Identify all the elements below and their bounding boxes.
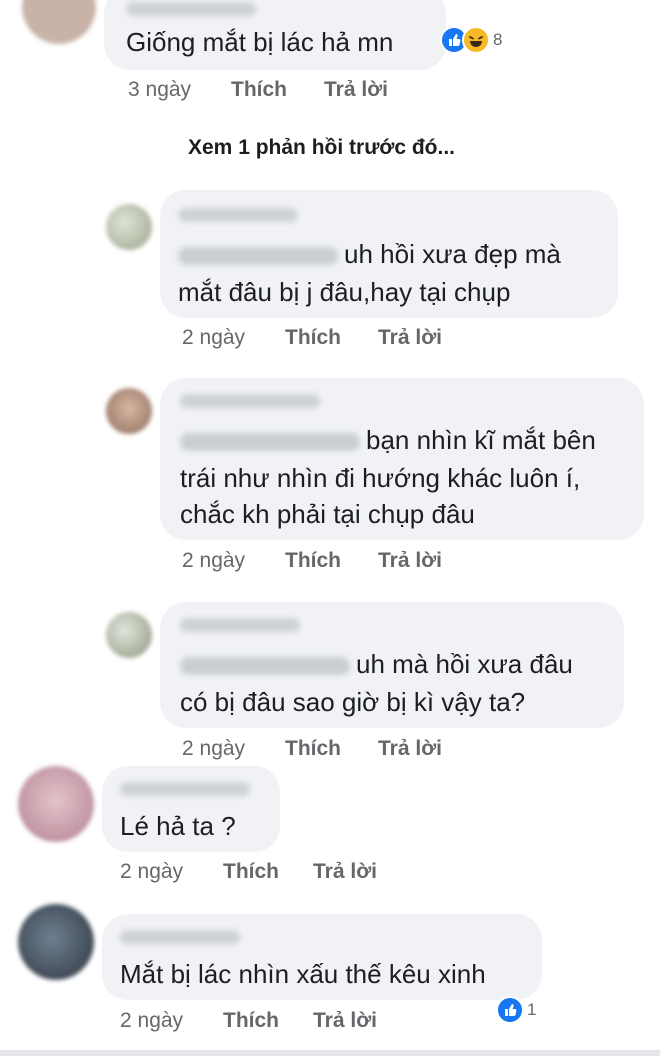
avatar[interactable] bbox=[18, 904, 94, 980]
reaction-count: 8 bbox=[493, 30, 503, 49]
author-name-blurred[interactable] bbox=[120, 782, 250, 796]
comment-time[interactable]: 2 ngày bbox=[182, 549, 245, 573]
tagged-name-blurred[interactable] bbox=[178, 247, 338, 266]
comment-bubble: Mắt bị lác nhìn xấu thế kêu xinh bbox=[102, 914, 542, 1000]
comment-text-line: có bị đâu sao giờ bị kì vậy ta? bbox=[180, 687, 526, 717]
reply-button[interactable]: Trả lời bbox=[313, 860, 377, 884]
reaction-count: 1 bbox=[527, 1000, 537, 1019]
comment-time[interactable]: 2 ngày bbox=[182, 737, 245, 761]
like-button[interactable]: Thích bbox=[223, 860, 279, 884]
reply-button[interactable]: Trả lời bbox=[378, 326, 442, 350]
author-name-blurred[interactable] bbox=[120, 930, 240, 944]
reply-button[interactable]: Trả lời bbox=[313, 1009, 377, 1033]
comment-text: Giống mắt bị lác hả mn bbox=[126, 27, 394, 57]
reply-button[interactable]: Trả lời bbox=[378, 549, 442, 573]
comment-text-line: mắt đâu bị j đâu,hay tại chụp bbox=[178, 277, 511, 307]
comment-text-line: chắc kh phải tại chụp đâu bbox=[180, 499, 475, 529]
comment-time[interactable]: 2 ngày bbox=[120, 1009, 183, 1033]
comment-bubble: bạn nhìn kĩ mắt bên trái như nhìn đi hướ… bbox=[160, 378, 644, 540]
reaction-summary[interactable]: 8 bbox=[440, 26, 502, 54]
comment-text-line: bạn nhìn kĩ mắt bên bbox=[180, 422, 596, 459]
comment-bubble: Giống mắt bị lác hả mn bbox=[104, 0, 446, 70]
avatar[interactable] bbox=[106, 388, 152, 434]
comment-time[interactable]: 2 ngày bbox=[182, 326, 245, 350]
author-name-blurred[interactable] bbox=[178, 208, 298, 222]
author-name-blurred[interactable] bbox=[180, 618, 300, 632]
reply-button[interactable]: Trả lời bbox=[378, 737, 442, 761]
author-name-blurred[interactable] bbox=[126, 2, 256, 16]
comment-text: Mắt bị lác nhìn xấu thế kêu xinh bbox=[120, 959, 486, 989]
avatar[interactable] bbox=[18, 766, 94, 842]
comment-text-line: uh hồi xưa đẹp mà bbox=[178, 236, 561, 273]
view-previous-replies-link[interactable]: Xem 1 phản hồi trước đó... bbox=[188, 136, 455, 160]
like-button[interactable]: Thích bbox=[223, 1009, 279, 1033]
comment-text: uh mà hồi xưa đâu bbox=[356, 649, 573, 679]
comment-text-line: trái như nhìn đi hướng khác luôn í, bbox=[180, 463, 581, 493]
tagged-name-blurred[interactable] bbox=[180, 433, 360, 452]
like-button[interactable]: Thích bbox=[285, 549, 341, 573]
comment-time[interactable]: 2 ngày bbox=[120, 860, 183, 884]
comment-text: uh hồi xưa đẹp mà bbox=[344, 239, 561, 269]
comment-bubble: uh mà hồi xưa đâu có bị đâu sao giờ bị k… bbox=[160, 602, 624, 728]
reaction-summary[interactable]: 1 bbox=[496, 996, 536, 1024]
comment-bubble: uh hồi xưa đẹp mà mắt đâu bị j đâu,hay t… bbox=[160, 190, 618, 318]
like-reaction-icon bbox=[496, 996, 524, 1024]
comment-text: Lé hả ta ? bbox=[120, 811, 236, 841]
comment-time[interactable]: 3 ngày bbox=[128, 78, 191, 102]
avatar[interactable] bbox=[22, 0, 96, 44]
like-button[interactable]: Thích bbox=[231, 78, 287, 102]
author-name-blurred[interactable] bbox=[180, 394, 320, 408]
comment-text-line: uh mà hồi xưa đâu bbox=[180, 646, 573, 683]
comment-text: bạn nhìn kĩ mắt bên bbox=[366, 425, 596, 455]
avatar[interactable] bbox=[106, 612, 152, 658]
haha-reaction-icon bbox=[462, 26, 490, 54]
bottom-divider bbox=[0, 1050, 660, 1056]
reply-button[interactable]: Trả lời bbox=[324, 78, 388, 102]
like-button[interactable]: Thích bbox=[285, 326, 341, 350]
like-button[interactable]: Thích bbox=[285, 737, 341, 761]
avatar[interactable] bbox=[106, 204, 152, 250]
tagged-name-blurred[interactable] bbox=[180, 657, 350, 676]
comment-bubble: Lé hả ta ? bbox=[102, 766, 280, 852]
